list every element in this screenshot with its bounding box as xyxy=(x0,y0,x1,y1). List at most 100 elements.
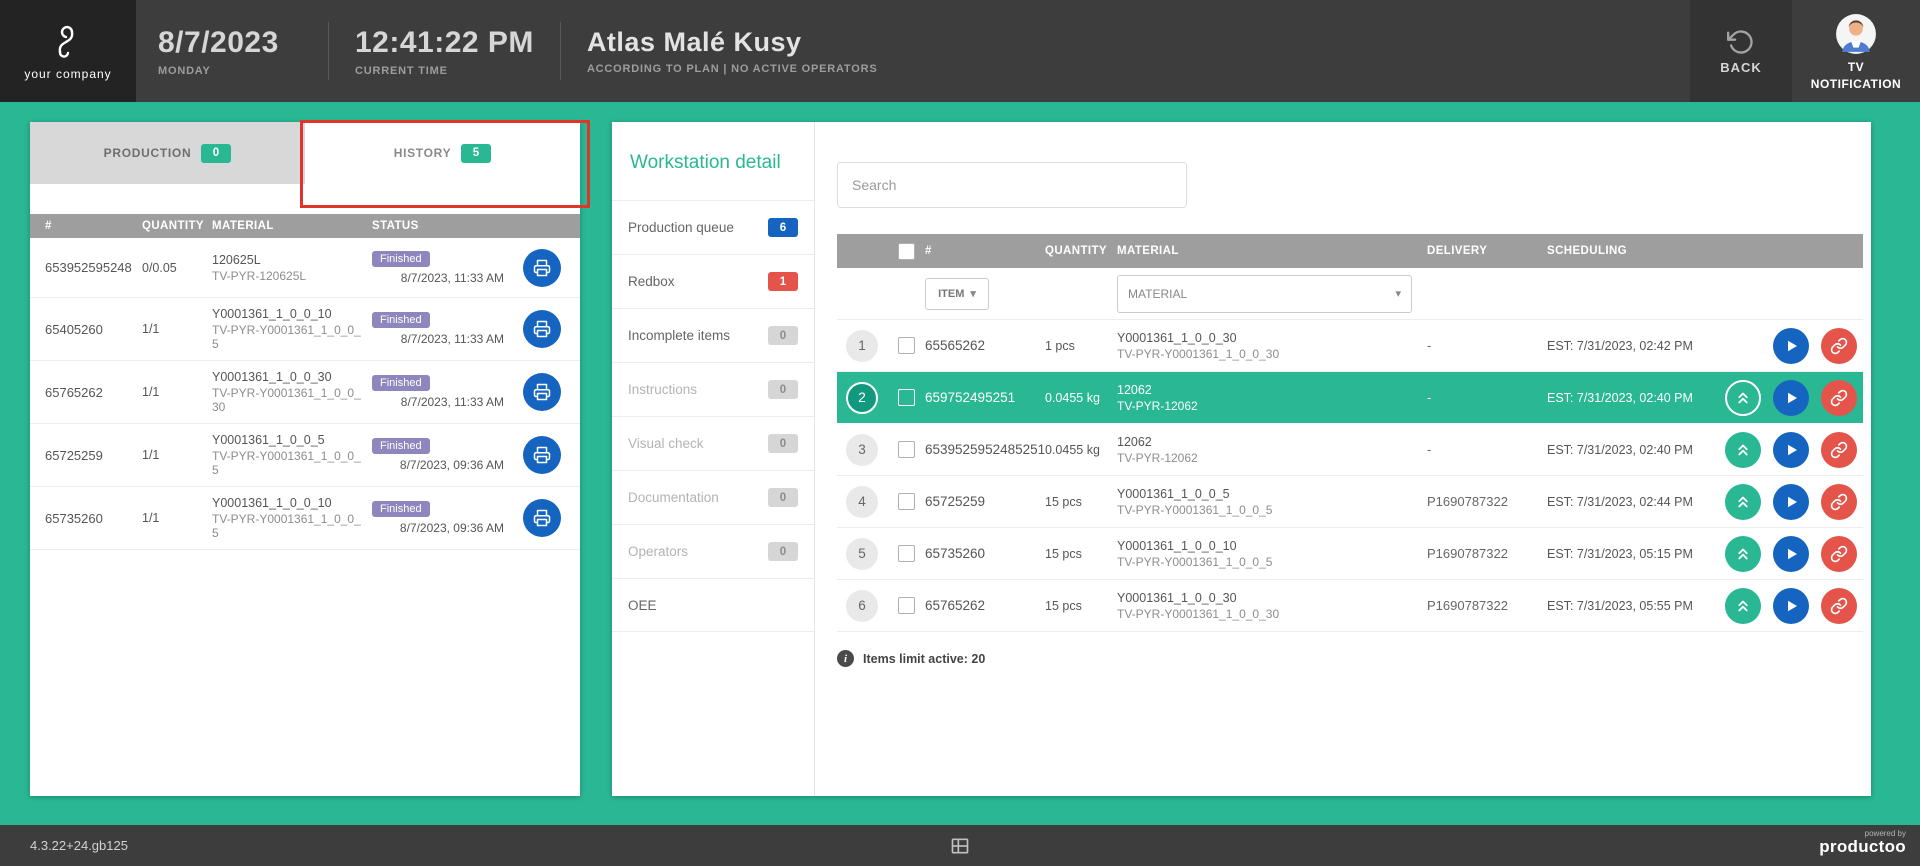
link-icon xyxy=(1830,597,1848,615)
start-button[interactable] xyxy=(1773,588,1809,624)
grid-view-button[interactable] xyxy=(948,834,972,858)
nav-item-label: Visual check xyxy=(628,436,704,451)
material-line: Y0001361_1_0_0_30 xyxy=(212,370,364,384)
print-button[interactable] xyxy=(523,499,561,537)
nav-item-instructions[interactable]: Instructions 0 xyxy=(612,362,814,416)
start-button[interactable] xyxy=(1773,432,1809,468)
left-panel-tabs: PRODUCTION 0 HISTORY 5 xyxy=(30,122,580,184)
link-button[interactable] xyxy=(1821,432,1857,468)
start-button[interactable] xyxy=(1773,484,1809,520)
current-time: 12:41:22 PM xyxy=(355,26,534,60)
queue-row[interactable]: 6 65765262 15 pcs Y0001361_1_0_0_30 TV-P… xyxy=(837,580,1863,632)
item-quantity: 0.0455 kg xyxy=(1045,391,1117,405)
row-checkbox[interactable] xyxy=(898,545,915,562)
queue-row[interactable]: 5 65735260 15 pcs Y0001361_1_0_0_10 TV-P… xyxy=(837,528,1863,580)
column-header-quantity: QUANTITY xyxy=(1045,245,1117,257)
nav-item-label: Production queue xyxy=(628,220,734,235)
play-icon xyxy=(1782,493,1800,511)
nav-item-visual-check[interactable]: Visual check 0 xyxy=(612,416,814,470)
row-checkbox[interactable] xyxy=(898,597,915,614)
item-filter-dropdown[interactable]: ITEM ▾ xyxy=(925,278,989,310)
column-header-id: # xyxy=(925,245,1045,257)
row-checkbox[interactable] xyxy=(898,389,915,406)
queue-row[interactable]: 1 65565262 1 pcs Y0001361_1_0_0_30 TV-PY… xyxy=(837,320,1863,372)
item-delivery: - xyxy=(1427,390,1547,405)
header-divider xyxy=(328,22,329,80)
nav-item-oee[interactable]: OEE xyxy=(612,578,814,632)
start-button[interactable] xyxy=(1773,380,1809,416)
material-line: Y0001361_1_0_0_10 xyxy=(1117,539,1417,553)
link-button[interactable] xyxy=(1821,536,1857,572)
nav-item-label: OEE xyxy=(628,598,657,613)
nav-item-incomplete-items[interactable]: Incomplete items 0 xyxy=(612,308,814,362)
link-button[interactable] xyxy=(1821,380,1857,416)
print-button[interactable] xyxy=(523,436,561,474)
nav-item-redbox[interactable]: Redbox 1 xyxy=(612,254,814,308)
order-quantity: 1/1 xyxy=(142,448,212,462)
table-row: 65725259 1/1 Y0001361_1_0_0_5 TV-PYR-Y00… xyxy=(30,424,580,487)
item-scheduling: EST: 7/31/2023, 05:55 PM xyxy=(1547,599,1725,613)
move-to-top-button[interactable] xyxy=(1725,432,1761,468)
row-checkbox[interactable] xyxy=(898,493,915,510)
material-filter-dropdown[interactable]: MATERIAL ▾ xyxy=(1117,275,1412,313)
material-line: TV-PYR-Y0001361_1_0_0_5 xyxy=(1117,503,1417,517)
print-button[interactable] xyxy=(523,373,561,411)
move-to-top-button[interactable] xyxy=(1725,588,1761,624)
move-to-top-button[interactable] xyxy=(1725,380,1761,416)
move-to-top-button[interactable] xyxy=(1725,536,1761,572)
start-button[interactable] xyxy=(1773,536,1809,572)
queue-table-header: # QUANTITY MATERIAL DELIVERY SCHEDULING xyxy=(837,234,1863,268)
page-title: Atlas Malé Kusy xyxy=(587,27,878,58)
nav-item-label: Documentation xyxy=(628,490,719,505)
order-material: Y0001361_1_0_0_30 TV-PYR-Y0001361_1_0_0_… xyxy=(212,370,372,414)
tab-production[interactable]: PRODUCTION 0 xyxy=(30,122,305,184)
play-icon xyxy=(1782,389,1800,407)
material-line: TV-PYR-120625L xyxy=(212,269,364,283)
item-delivery: P1690787322 xyxy=(1427,546,1547,561)
move-to-top-button[interactable] xyxy=(1725,484,1761,520)
item-scheduling: EST: 7/31/2023, 02:40 PM xyxy=(1547,443,1725,457)
nav-item-label: Operators xyxy=(628,544,688,559)
material-line: TV-PYR-Y0001361_1_0_0_30 xyxy=(212,386,364,414)
order-quantity: 0/0.05 xyxy=(142,261,212,275)
nav-item-operators[interactable]: Operators 0 xyxy=(612,524,814,578)
link-button[interactable] xyxy=(1821,328,1857,364)
status-badge: Finished xyxy=(372,375,430,391)
order-material: 120625L TV-PYR-120625L xyxy=(212,253,372,283)
tab-history[interactable]: HISTORY 5 xyxy=(305,122,580,184)
item-material: Y0001361_1_0_0_30 TV-PYR-Y0001361_1_0_0_… xyxy=(1117,591,1427,621)
select-all-checkbox[interactable] xyxy=(898,243,915,260)
status-time: 8/7/2023, 09:36 AM xyxy=(400,521,504,535)
nav-item-documentation[interactable]: Documentation 0 xyxy=(612,470,814,524)
print-button[interactable] xyxy=(523,310,561,348)
row-number: 3 xyxy=(846,434,878,466)
order-status: Finished 8/7/2023, 09:36 AM xyxy=(372,501,504,535)
print-cell xyxy=(504,436,580,474)
search-input[interactable] xyxy=(837,162,1187,208)
tv-notification-button[interactable]: TV NOTIFICATION xyxy=(1792,0,1920,102)
company-logo[interactable]: your company xyxy=(0,0,136,102)
item-delivery: - xyxy=(1427,338,1547,353)
queue-row-selected[interactable]: 2 659752495251 0.0455 kg 12062 TV-PYR-12… xyxy=(837,372,1863,424)
order-quantity: 1/1 xyxy=(142,385,212,399)
column-header-id: # xyxy=(30,220,142,232)
order-status: Finished 8/7/2023, 09:36 AM xyxy=(372,438,504,472)
print-button[interactable] xyxy=(523,249,561,287)
queue-row[interactable]: 3 6539525952485251 0.0455 kg 12062 TV-PY… xyxy=(837,424,1863,476)
item-id: 65725259 xyxy=(925,494,1045,509)
top-header: your company 8/7/2023 MONDAY 12:41:22 PM… xyxy=(0,0,1920,102)
productoo-logo[interactable]: powered by productoo xyxy=(1819,829,1906,857)
row-checkbox[interactable] xyxy=(898,441,915,458)
material-line: TV-PYR-12062 xyxy=(1117,399,1417,413)
column-header-quantity: QUANTITY xyxy=(142,220,212,232)
nav-item-production-queue[interactable]: Production queue 6 xyxy=(612,200,814,254)
nav-item-label: Instructions xyxy=(628,382,697,397)
start-button[interactable] xyxy=(1773,328,1809,364)
link-button[interactable] xyxy=(1821,588,1857,624)
row-checkbox[interactable] xyxy=(898,337,915,354)
queue-row[interactable]: 4 65725259 15 pcs Y0001361_1_0_0_5 TV-PY… xyxy=(837,476,1863,528)
production-queue-badge: 6 xyxy=(768,218,798,237)
link-button[interactable] xyxy=(1821,484,1857,520)
chevrons-up-icon xyxy=(1734,545,1752,563)
back-button[interactable]: BACK xyxy=(1690,0,1792,102)
